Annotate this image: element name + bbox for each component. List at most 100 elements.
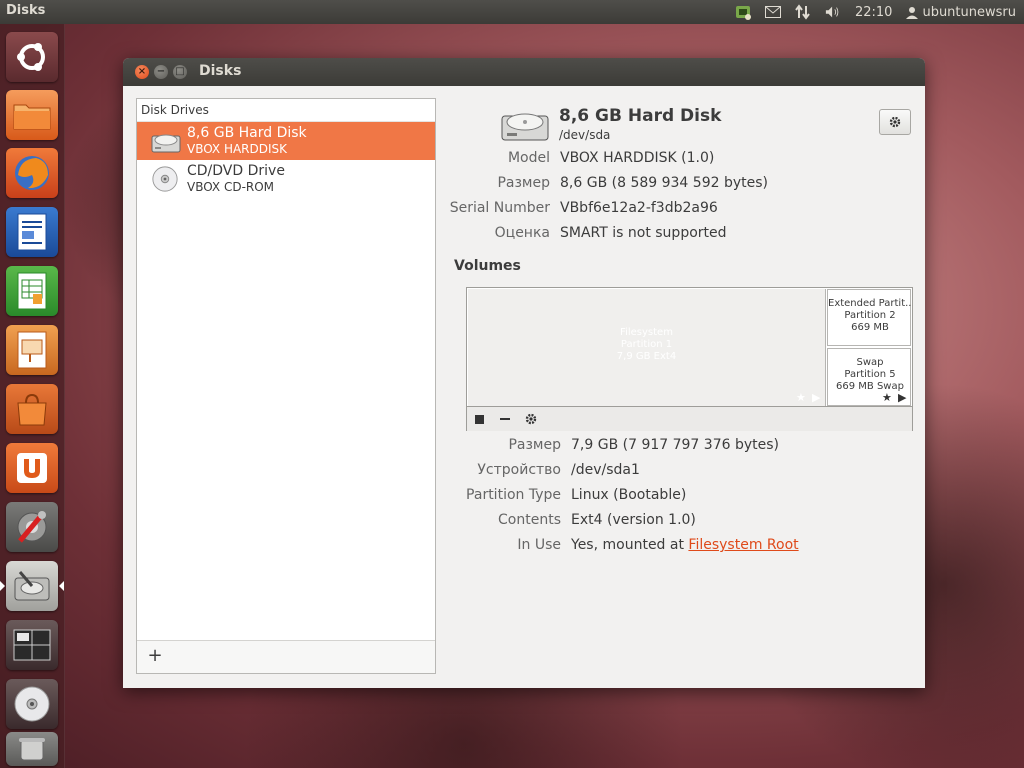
hard-disk-icon: [501, 113, 549, 141]
calc-icon: [17, 272, 47, 310]
prop-value: Yes, mounted at Filesystem Root: [571, 537, 799, 553]
firefox-icon: [15, 156, 49, 190]
volume-partition-5[interactable]: Swap Partition 5 669 MB Swap ★ ▶: [827, 348, 911, 406]
volume-icon[interactable]: [825, 4, 841, 20]
volume-partition: Partition 1: [620, 339, 673, 350]
volume-name: Filesystem: [620, 327, 673, 338]
volumes-heading: Volumes: [454, 258, 521, 274]
minimize-button[interactable]: −: [154, 65, 168, 79]
indicator-area: 22:10 ubuntunewsru: [735, 0, 1016, 24]
add-button[interactable]: +: [145, 645, 165, 667]
impress-icon: [17, 331, 47, 369]
network-icon[interactable]: [735, 4, 751, 20]
close-icon: ×: [137, 66, 147, 77]
system-settings-launcher[interactable]: [6, 502, 58, 552]
unmount-button[interactable]: [471, 411, 487, 427]
drive-model: VBOX CD-ROM: [187, 180, 275, 194]
user-icon: [906, 6, 919, 19]
filesystem-root-link[interactable]: Filesystem Root: [688, 537, 798, 553]
stop-icon: [474, 414, 484, 424]
trash-launcher[interactable]: [6, 732, 58, 766]
workspace-switcher-launcher[interactable]: [6, 620, 58, 670]
calc-launcher[interactable]: [6, 266, 58, 316]
user-menu[interactable]: ubuntunewsru: [906, 5, 1016, 20]
firefox-launcher[interactable]: [6, 148, 58, 198]
prop-value: 8,6 GB (8 589 934 592 bytes): [560, 175, 768, 191]
mail-icon[interactable]: [764, 4, 781, 20]
user-name: ubuntunewsru: [922, 4, 1016, 20]
trash-icon: [19, 738, 45, 761]
active-indicator: [0, 581, 5, 591]
disk-drives-header: Disk Drives: [137, 99, 435, 122]
cd-icon: [14, 686, 50, 722]
disk-drives-list: Disk Drives 8,6 GB Hard Disk VBOX HARDDI…: [136, 98, 436, 674]
bootable-star-icon: ★: [796, 391, 806, 404]
minimize-icon: −: [156, 66, 166, 77]
prop-label: Contents: [498, 512, 561, 528]
drive-item-hard-disk[interactable]: 8,6 GB Hard Disk VBOX HARDDISK: [137, 122, 435, 160]
cd-icon: [152, 166, 178, 192]
volume-label: Swap Partition 5 669 MB Swap: [828, 349, 912, 393]
software-center-launcher[interactable]: [6, 384, 58, 434]
volume-partition-2[interactable]: Extended Partit... Partition 2 669 MB: [827, 289, 912, 346]
volume-name: Swap: [856, 357, 884, 368]
window-titlebar[interactable]: × − □ Disks: [123, 58, 925, 86]
volume-partition-1[interactable]: Filesystem Partition 1 7,9 GB Ext4 ★ ▶: [468, 289, 826, 406]
settings-wrench-icon: [17, 511, 47, 543]
disks-launcher[interactable]: [6, 561, 58, 611]
window-title: Disks: [199, 63, 242, 79]
app-menu-title[interactable]: Disks: [6, 3, 45, 18]
volume-label: Filesystem Partition 1 7,9 GB Ext4: [468, 327, 825, 363]
shopping-bag-icon: [17, 393, 47, 426]
prop-value: Ext4 (version 1.0): [571, 512, 696, 528]
volume-partition: Partition 5: [844, 369, 896, 380]
hard-disk-icon: [151, 134, 181, 153]
disk-title: 8,6 GB Hard Disk: [559, 106, 722, 126]
prop-value: VBbf6e12a2-f3db2a96: [560, 200, 718, 216]
dash-button[interactable]: [6, 32, 58, 82]
volume-name: Extended Partit...: [828, 298, 912, 309]
maximize-button[interactable]: □: [173, 65, 187, 79]
prop-label: Размер: [497, 175, 550, 191]
folder-icon: [13, 104, 51, 130]
volume-partition: Partition 2: [844, 310, 896, 321]
prop-label: Serial Number: [449, 200, 550, 216]
clock[interactable]: 22:10: [855, 5, 892, 20]
disk-device: /dev/sda: [559, 128, 611, 142]
minus-icon: [500, 418, 510, 420]
prop-value: VBOX HARDDISK (1.0): [560, 150, 715, 166]
prop-label: Оценка: [494, 225, 550, 241]
prop-label: Model: [507, 150, 550, 166]
volume-size: 7,9 GB Ext4: [616, 351, 677, 362]
prop-label: Partition Type: [466, 487, 561, 503]
volume-toolbar: [467, 406, 912, 431]
close-button[interactable]: ×: [135, 65, 149, 79]
writer-launcher[interactable]: [6, 207, 58, 257]
writer-icon: [17, 213, 47, 251]
prop-label: Устройство: [477, 462, 561, 478]
transfer-icon[interactable]: [795, 4, 811, 20]
ubuntu-one-icon: [17, 453, 47, 483]
drive-name: CD/DVD Drive: [187, 163, 285, 179]
focused-indicator: [59, 581, 64, 591]
files-launcher[interactable]: [6, 90, 58, 140]
delete-partition-button[interactable]: [497, 411, 513, 427]
volume-label: Extended Partit... Partition 2 669 MB: [828, 290, 912, 334]
prop-label: In Use: [517, 537, 561, 553]
ubuntu-logo-icon: [17, 43, 45, 71]
ubuntu-one-launcher[interactable]: [6, 443, 58, 493]
prop-value: /dev/sda1: [571, 462, 640, 478]
drive-settings-button[interactable]: [879, 109, 911, 135]
disk-utility-icon: [14, 571, 50, 601]
prop-label: Размер: [508, 437, 561, 453]
mounted-play-icon: ▶: [812, 391, 821, 404]
gear-icon: [889, 116, 901, 128]
partition-settings-button[interactable]: [523, 411, 539, 427]
prop-value: 7,9 GB (7 917 797 376 bytes): [571, 437, 779, 453]
drive-item-cd-dvd[interactable]: CD/DVD Drive VBOX CD-ROM: [137, 160, 435, 198]
drive-name: 8,6 GB Hard Disk: [187, 125, 307, 141]
in-use-text: Yes, mounted at: [571, 537, 684, 553]
cd-launcher[interactable]: [6, 679, 58, 729]
launcher: [0, 24, 65, 768]
impress-launcher[interactable]: [6, 325, 58, 375]
